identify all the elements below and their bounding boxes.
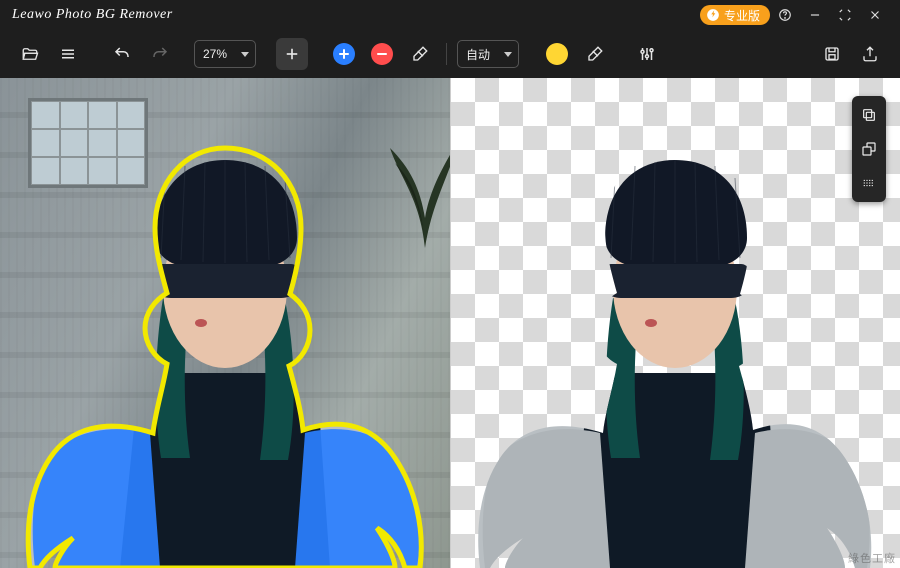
menu-button[interactable] xyxy=(52,38,84,70)
help-button[interactable] xyxy=(770,0,800,30)
pro-badge[interactable]: 专业版 xyxy=(700,5,770,25)
copy-layer-button[interactable] xyxy=(852,100,886,130)
open-file-button[interactable] xyxy=(14,38,46,70)
chevron-down-icon xyxy=(504,52,512,57)
toolbar-separator xyxy=(446,43,447,65)
adjust-tool[interactable] xyxy=(631,38,663,70)
minimize-button[interactable] xyxy=(800,0,830,30)
chevron-down-icon xyxy=(241,52,249,57)
blue-plus-icon xyxy=(333,43,355,65)
mode-select[interactable]: 自动 xyxy=(457,40,519,68)
export-button[interactable] xyxy=(854,38,886,70)
canvas-area xyxy=(0,78,900,568)
eraser-tool-2[interactable] xyxy=(579,38,611,70)
pro-badge-label: 专业版 xyxy=(724,7,760,24)
close-button[interactable] xyxy=(860,0,890,30)
watermark: 綠色工廠 xyxy=(848,550,896,566)
redo-button[interactable] xyxy=(144,38,176,70)
result-pane[interactable] xyxy=(451,78,900,568)
zoom-value: 27% xyxy=(203,47,227,61)
bolt-icon xyxy=(706,8,720,22)
main-toolbar: 27% 自动 xyxy=(0,30,900,78)
mark-remove-tool[interactable] xyxy=(366,38,398,70)
yellow-dot-icon xyxy=(546,43,568,65)
title-bar: Leawo Photo BG Remover 专业版 xyxy=(0,0,900,30)
eraser-tool[interactable] xyxy=(404,38,436,70)
maximize-button[interactable] xyxy=(830,0,860,30)
subject-cutout xyxy=(451,88,900,568)
add-selection-tool[interactable] xyxy=(276,38,308,70)
original-pane[interactable] xyxy=(0,78,450,568)
mark-keep-tool[interactable] xyxy=(328,38,360,70)
side-tool-panel xyxy=(852,96,886,202)
color-mark-tool[interactable] xyxy=(541,38,573,70)
save-button[interactable] xyxy=(816,38,848,70)
subject-with-selection xyxy=(0,88,450,568)
mode-value: 自动 xyxy=(466,46,490,63)
undo-button[interactable] xyxy=(106,38,138,70)
zoom-select[interactable]: 27% xyxy=(194,40,256,68)
app-title: Leawo Photo BG Remover xyxy=(12,7,173,23)
layers-button[interactable] xyxy=(852,134,886,164)
effects-button[interactable] xyxy=(852,168,886,198)
red-minus-icon xyxy=(371,43,393,65)
